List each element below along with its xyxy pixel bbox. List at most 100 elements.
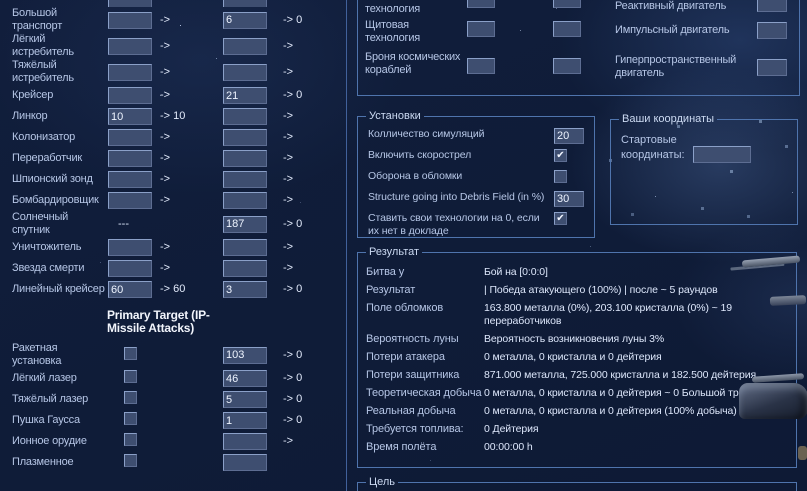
attacker-count-input[interactable]	[108, 108, 152, 125]
primary-target-cell	[108, 412, 223, 429]
attacker-count-input[interactable]	[108, 150, 152, 167]
start-coordinates-input[interactable]	[693, 146, 751, 163]
ship-name: Переработчик	[0, 152, 108, 165]
attacker-count-input[interactable]	[108, 0, 152, 7]
primary-target-checkbox[interactable]	[124, 347, 137, 360]
attacker-count-cell	[108, 38, 156, 55]
tech-defender-input-3[interactable]	[553, 58, 581, 74]
defender-count-input[interactable]	[223, 38, 267, 55]
tech-attacker-input-1[interactable]	[467, 0, 495, 8]
engine-input-2[interactable]	[757, 22, 787, 39]
attacker-result-arrow: ->	[156, 241, 223, 254]
attacker-count-input[interactable]	[108, 239, 152, 256]
defender-count-input[interactable]	[223, 391, 267, 408]
attacker-count-input[interactable]	[108, 64, 152, 81]
defender-count-input[interactable]	[223, 347, 267, 364]
defender-count-input[interactable]	[223, 216, 267, 233]
defender-count-input[interactable]	[223, 150, 267, 167]
defender-count-cell	[223, 370, 271, 387]
ship-name: Уничтожитель	[0, 241, 108, 254]
attacker-count-cell: ---	[108, 218, 156, 231]
tech-attacker-input-3[interactable]	[467, 58, 495, 74]
ship-name: Бомбардировщик	[0, 194, 108, 207]
defender-result-arrow: ->	[271, 131, 331, 144]
engine-input-1[interactable]	[757, 0, 787, 12]
result-legend: Результат	[366, 246, 422, 258]
result-row-label: Реальная добыча	[366, 405, 484, 418]
setting-input[interactable]	[554, 191, 584, 207]
defender-result-arrow: -> 0	[271, 14, 331, 27]
defender-count-input[interactable]	[223, 12, 267, 29]
primary-target-checkbox[interactable]	[124, 412, 137, 425]
defender-count-input[interactable]	[223, 433, 267, 450]
setting-checkbox[interactable]	[554, 170, 567, 183]
defense-row: Плазменное	[0, 452, 346, 473]
attacker-count-cell	[108, 239, 156, 256]
defender-count-input[interactable]	[223, 454, 267, 471]
defender-count-cell	[223, 260, 271, 277]
result-list: Битва у Бой на [0:0:0] Результат | Побед…	[358, 258, 796, 454]
defender-count-input[interactable]	[223, 108, 267, 125]
defender-result-arrow: ->	[271, 262, 331, 275]
attacker-count-input[interactable]	[108, 260, 152, 277]
defender-count-cell	[223, 216, 271, 233]
attacker-count-input[interactable]	[108, 192, 152, 209]
defender-count-input[interactable]	[223, 412, 267, 429]
defender-count-input[interactable]	[223, 239, 267, 256]
tech-defender-input-1[interactable]	[553, 0, 581, 8]
result-row: Время полёта 00:00:00 h	[366, 441, 792, 454]
defender-count-input[interactable]	[223, 281, 267, 298]
panel-divider	[346, 0, 347, 491]
tech-defender-input-2[interactable]	[553, 21, 581, 37]
attacker-count-input[interactable]	[108, 12, 152, 29]
ship-row: Тяжёлый истребитель -> ->	[0, 59, 346, 85]
result-row: Результат | Победа атакующего (100%) | п…	[366, 284, 792, 297]
attacker-result-arrow: -> 60	[156, 283, 223, 296]
tech-label-3: Броня космических кораблей	[365, 51, 465, 77]
primary-target-checkbox[interactable]	[124, 370, 137, 383]
attacker-count-input[interactable]	[108, 129, 152, 146]
defender-count-input[interactable]	[223, 87, 267, 104]
defender-count-input[interactable]	[223, 192, 267, 209]
attacker-count-input[interactable]	[108, 281, 152, 298]
tech-attacker-input-2[interactable]	[467, 21, 495, 37]
attacker-result-arrow: ->	[156, 131, 223, 144]
defender-count-input[interactable]	[223, 129, 267, 146]
engine-input-3[interactable]	[757, 59, 787, 76]
setting-checkbox[interactable]: ✔	[554, 212, 567, 225]
primary-target-checkbox[interactable]	[124, 433, 137, 446]
setting-row: Structure going into Debris Field (in %)	[368, 191, 586, 212]
result-panel: Результат Битва у Бой на [0:0:0] Результ…	[357, 246, 797, 468]
setting-checkbox[interactable]: ✔	[554, 149, 567, 162]
defender-count-input[interactable]	[223, 0, 267, 7]
result-row-value: Бой на [0:0:0]	[484, 266, 792, 279]
defense-name: Лёгкий лазер	[0, 372, 108, 385]
result-row-value: Вероятность возникновения луны 3%	[484, 333, 792, 346]
defender-count-cell	[223, 12, 271, 29]
defender-count-input[interactable]	[223, 64, 267, 81]
ship-row: Большой транспорт -> -> 0	[0, 7, 346, 33]
attacker-dashes: ---	[108, 218, 129, 230]
defender-count-cell	[223, 192, 271, 209]
primary-target-checkbox[interactable]	[124, 391, 137, 404]
attacker-count-input[interactable]	[108, 38, 152, 55]
defender-count-input[interactable]	[223, 260, 267, 277]
defense-row: Ракетная установка -> 0	[0, 342, 346, 368]
engine-label-2: Импульсный двигатель	[615, 24, 755, 37]
attacker-count-input[interactable]	[108, 87, 152, 104]
attacker-result-arrow: -> 10	[156, 110, 223, 123]
defender-count-input[interactable]	[223, 370, 267, 387]
defender-count-cell	[223, 239, 271, 256]
primary-target-cell	[108, 454, 223, 471]
defender-result-arrow: ->	[271, 110, 331, 123]
defender-count-cell	[223, 150, 271, 167]
setting-input[interactable]	[554, 128, 584, 144]
primary-target-cell	[108, 391, 223, 408]
defender-count-input[interactable]	[223, 171, 267, 188]
settings-panel: Установки Колличество симуляций Включить…	[357, 110, 595, 238]
ship-row: Уничтожитель -> ->	[0, 237, 346, 258]
result-row: Требуется топлива: 0 Дейтерия	[366, 423, 792, 436]
ship-name: Тяжёлый истребитель	[0, 59, 108, 85]
attacker-count-input[interactable]	[108, 171, 152, 188]
primary-target-checkbox[interactable]	[124, 454, 137, 467]
